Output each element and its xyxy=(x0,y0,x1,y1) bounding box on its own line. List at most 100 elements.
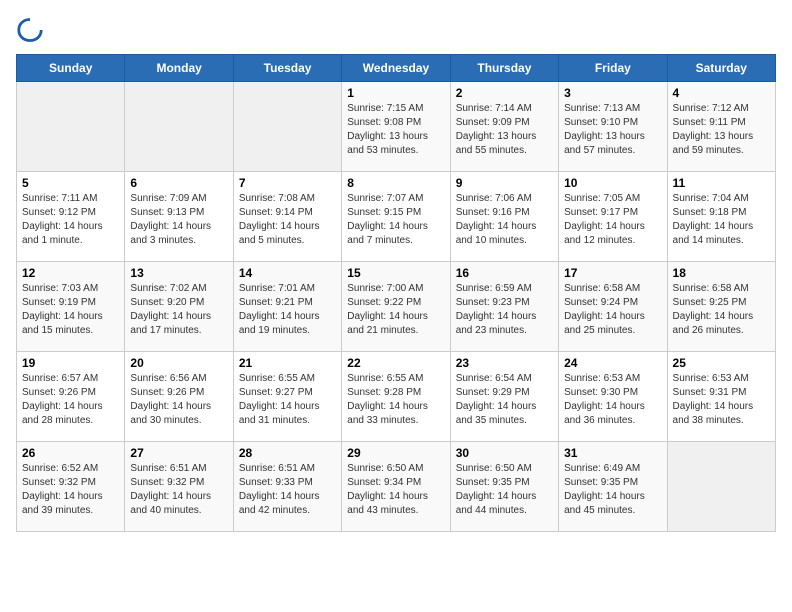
day-info: Sunrise: 6:58 AMSunset: 9:25 PMDaylight:… xyxy=(673,282,770,338)
day-info: Sunrise: 7:12 AMSunset: 9:11 PMDaylight:… xyxy=(673,102,770,158)
calendar-header-row: SundayMondayTuesdayWednesdayThursdayFrid… xyxy=(17,55,776,82)
calendar-cell: 13 Sunrise: 7:02 AMSunset: 9:20 PMDayligh… xyxy=(125,262,233,352)
day-info: Sunrise: 7:13 AMSunset: 9:10 PMDaylight:… xyxy=(564,102,661,158)
calendar-cell: 11Sunrise: 7:04 AMSunset: 9:18 PMDayligh… xyxy=(667,172,775,262)
calendar-cell xyxy=(17,82,125,172)
calendar-cell: 20Sunrise: 6:56 AMSunset: 9:26 PMDayligh… xyxy=(125,352,233,442)
calendar-cell: 26Sunrise: 6:52 AMSunset: 9:32 PMDayligh… xyxy=(17,442,125,532)
calendar-cell: 2 Sunrise: 7:14 AMSunset: 9:09 PMDaylight… xyxy=(450,82,558,172)
day-number: 30 xyxy=(456,446,553,460)
day-number: 1 xyxy=(347,86,444,100)
day-number: 20 xyxy=(130,356,227,370)
logo xyxy=(16,16,48,44)
calendar-cell: 4 Sunrise: 7:12 AMSunset: 9:11 PMDaylight… xyxy=(667,82,775,172)
calendar-cell: 23Sunrise: 6:54 AMSunset: 9:29 PMDayligh… xyxy=(450,352,558,442)
calendar-cell: 6 Sunrise: 7:09 AMSunset: 9:13 PMDaylight… xyxy=(125,172,233,262)
day-header-sunday: Sunday xyxy=(17,55,125,82)
day-info: Sunrise: 7:11 AMSunset: 9:12 PMDaylight:… xyxy=(22,192,119,248)
calendar-week-1: 1 Sunrise: 7:15 AMSunset: 9:08 PMDaylight… xyxy=(17,82,776,172)
calendar-cell: 14 Sunrise: 7:01 AMSunset: 9:21 PMDayligh… xyxy=(233,262,341,352)
day-number: 14 xyxy=(239,266,336,280)
day-info: Sunrise: 6:53 AMSunset: 9:31 PMDaylight:… xyxy=(673,372,770,428)
day-number: 2 xyxy=(456,86,553,100)
day-info: Sunrise: 6:55 AMSunset: 9:28 PMDaylight:… xyxy=(347,372,444,428)
day-header-saturday: Saturday xyxy=(667,55,775,82)
calendar-body: 1 Sunrise: 7:15 AMSunset: 9:08 PMDaylight… xyxy=(17,82,776,532)
calendar-cell: 16 Sunrise: 6:59 AMSunset: 9:23 PMDayligh… xyxy=(450,262,558,352)
day-number: 17 xyxy=(564,266,661,280)
day-number: 27 xyxy=(130,446,227,460)
day-info: Sunrise: 7:15 AMSunset: 9:08 PMDaylight:… xyxy=(347,102,444,158)
calendar-cell: 9 Sunrise: 7:06 AMSunset: 9:16 PMDaylight… xyxy=(450,172,558,262)
calendar-cell: 27 Sunrise: 6:51 AMSunset: 9:32 PMDayligh… xyxy=(125,442,233,532)
calendar-cell: 1 Sunrise: 7:15 AMSunset: 9:08 PMDaylight… xyxy=(342,82,450,172)
calendar-cell: 5 Sunrise: 7:11 AMSunset: 9:12 PMDaylight… xyxy=(17,172,125,262)
day-info: Sunrise: 7:14 AMSunset: 9:09 PMDaylight:… xyxy=(456,102,553,158)
day-info: Sunrise: 6:51 AMSunset: 9:32 PMDaylight:… xyxy=(130,462,227,518)
day-number: 25 xyxy=(673,356,770,370)
day-number: 22 xyxy=(347,356,444,370)
day-info: Sunrise: 7:06 AMSunset: 9:16 PMDaylight:… xyxy=(456,192,553,248)
day-number: 9 xyxy=(456,176,553,190)
page-header xyxy=(16,16,776,44)
day-info: Sunrise: 6:50 AMSunset: 9:34 PMDaylight:… xyxy=(347,462,444,518)
day-info: Sunrise: 6:57 AMSunset: 9:26 PMDaylight:… xyxy=(22,372,119,428)
day-info: Sunrise: 7:05 AMSunset: 9:17 PMDaylight:… xyxy=(564,192,661,248)
logo-icon xyxy=(16,16,44,44)
calendar-cell: 25 Sunrise: 6:53 AMSunset: 9:31 PMDayligh… xyxy=(667,352,775,442)
day-number: 15 xyxy=(347,266,444,280)
calendar-cell: 31Sunrise: 6:49 AMSunset: 9:35 PMDayligh… xyxy=(559,442,667,532)
calendar-cell: 10 Sunrise: 7:05 AMSunset: 9:17 PMDayligh… xyxy=(559,172,667,262)
calendar-table: SundayMondayTuesdayWednesdayThursdayFrid… xyxy=(16,54,776,532)
day-number: 5 xyxy=(22,176,119,190)
day-number: 6 xyxy=(130,176,227,190)
day-number: 7 xyxy=(239,176,336,190)
day-header-tuesday: Tuesday xyxy=(233,55,341,82)
calendar-cell: 18Sunrise: 6:58 AMSunset: 9:25 PMDayligh… xyxy=(667,262,775,352)
day-number: 10 xyxy=(564,176,661,190)
calendar-week-3: 12 Sunrise: 7:03 AMSunset: 9:19 PMDayligh… xyxy=(17,262,776,352)
day-number: 24 xyxy=(564,356,661,370)
day-number: 26 xyxy=(22,446,119,460)
calendar-cell: 3 Sunrise: 7:13 AMSunset: 9:10 PMDaylight… xyxy=(559,82,667,172)
calendar-cell: 21 Sunrise: 6:55 AMSunset: 9:27 PMDayligh… xyxy=(233,352,341,442)
calendar-cell xyxy=(125,82,233,172)
calendar-cell xyxy=(233,82,341,172)
day-number: 8 xyxy=(347,176,444,190)
calendar-cell: 19Sunrise: 6:57 AMSunset: 9:26 PMDayligh… xyxy=(17,352,125,442)
day-info: Sunrise: 7:07 AMSunset: 9:15 PMDaylight:… xyxy=(347,192,444,248)
day-number: 4 xyxy=(673,86,770,100)
day-info: Sunrise: 6:50 AMSunset: 9:35 PMDaylight:… xyxy=(456,462,553,518)
day-number: 29 xyxy=(347,446,444,460)
day-info: Sunrise: 7:04 AMSunset: 9:18 PMDaylight:… xyxy=(673,192,770,248)
day-info: Sunrise: 7:08 AMSunset: 9:14 PMDaylight:… xyxy=(239,192,336,248)
day-info: Sunrise: 7:01 AMSunset: 9:21 PMDaylight:… xyxy=(239,282,336,338)
day-number: 3 xyxy=(564,86,661,100)
day-info: Sunrise: 7:09 AMSunset: 9:13 PMDaylight:… xyxy=(130,192,227,248)
day-info: Sunrise: 7:00 AMSunset: 9:22 PMDaylight:… xyxy=(347,282,444,338)
day-number: 31 xyxy=(564,446,661,460)
calendar-cell: 12 Sunrise: 7:03 AMSunset: 9:19 PMDayligh… xyxy=(17,262,125,352)
day-info: Sunrise: 7:02 AMSunset: 9:20 PMDaylight:… xyxy=(130,282,227,338)
day-number: 16 xyxy=(456,266,553,280)
calendar-week-5: 26Sunrise: 6:52 AMSunset: 9:32 PMDayligh… xyxy=(17,442,776,532)
day-info: Sunrise: 6:59 AMSunset: 9:23 PMDaylight:… xyxy=(456,282,553,338)
calendar-cell: 17 Sunrise: 6:58 AMSunset: 9:24 PMDayligh… xyxy=(559,262,667,352)
day-info: Sunrise: 6:58 AMSunset: 9:24 PMDaylight:… xyxy=(564,282,661,338)
day-info: Sunrise: 7:03 AMSunset: 9:19 PMDaylight:… xyxy=(22,282,119,338)
calendar-cell: 8 Sunrise: 7:07 AMSunset: 9:15 PMDaylight… xyxy=(342,172,450,262)
calendar-cell xyxy=(667,442,775,532)
day-number: 21 xyxy=(239,356,336,370)
day-number: 13 xyxy=(130,266,227,280)
calendar-cell: 15 Sunrise: 7:00 AMSunset: 9:22 PMDayligh… xyxy=(342,262,450,352)
day-number: 23 xyxy=(456,356,553,370)
calendar-cell: 7 Sunrise: 7:08 AMSunset: 9:14 PMDaylight… xyxy=(233,172,341,262)
day-header-monday: Monday xyxy=(125,55,233,82)
calendar-cell: 30 Sunrise: 6:50 AMSunset: 9:35 PMDayligh… xyxy=(450,442,558,532)
day-number: 28 xyxy=(239,446,336,460)
day-info: Sunrise: 6:51 AMSunset: 9:33 PMDaylight:… xyxy=(239,462,336,518)
calendar-cell: 29 Sunrise: 6:50 AMSunset: 9:34 PMDayligh… xyxy=(342,442,450,532)
calendar-week-4: 19Sunrise: 6:57 AMSunset: 9:26 PMDayligh… xyxy=(17,352,776,442)
day-number: 12 xyxy=(22,266,119,280)
day-info: Sunrise: 6:55 AMSunset: 9:27 PMDaylight:… xyxy=(239,372,336,428)
